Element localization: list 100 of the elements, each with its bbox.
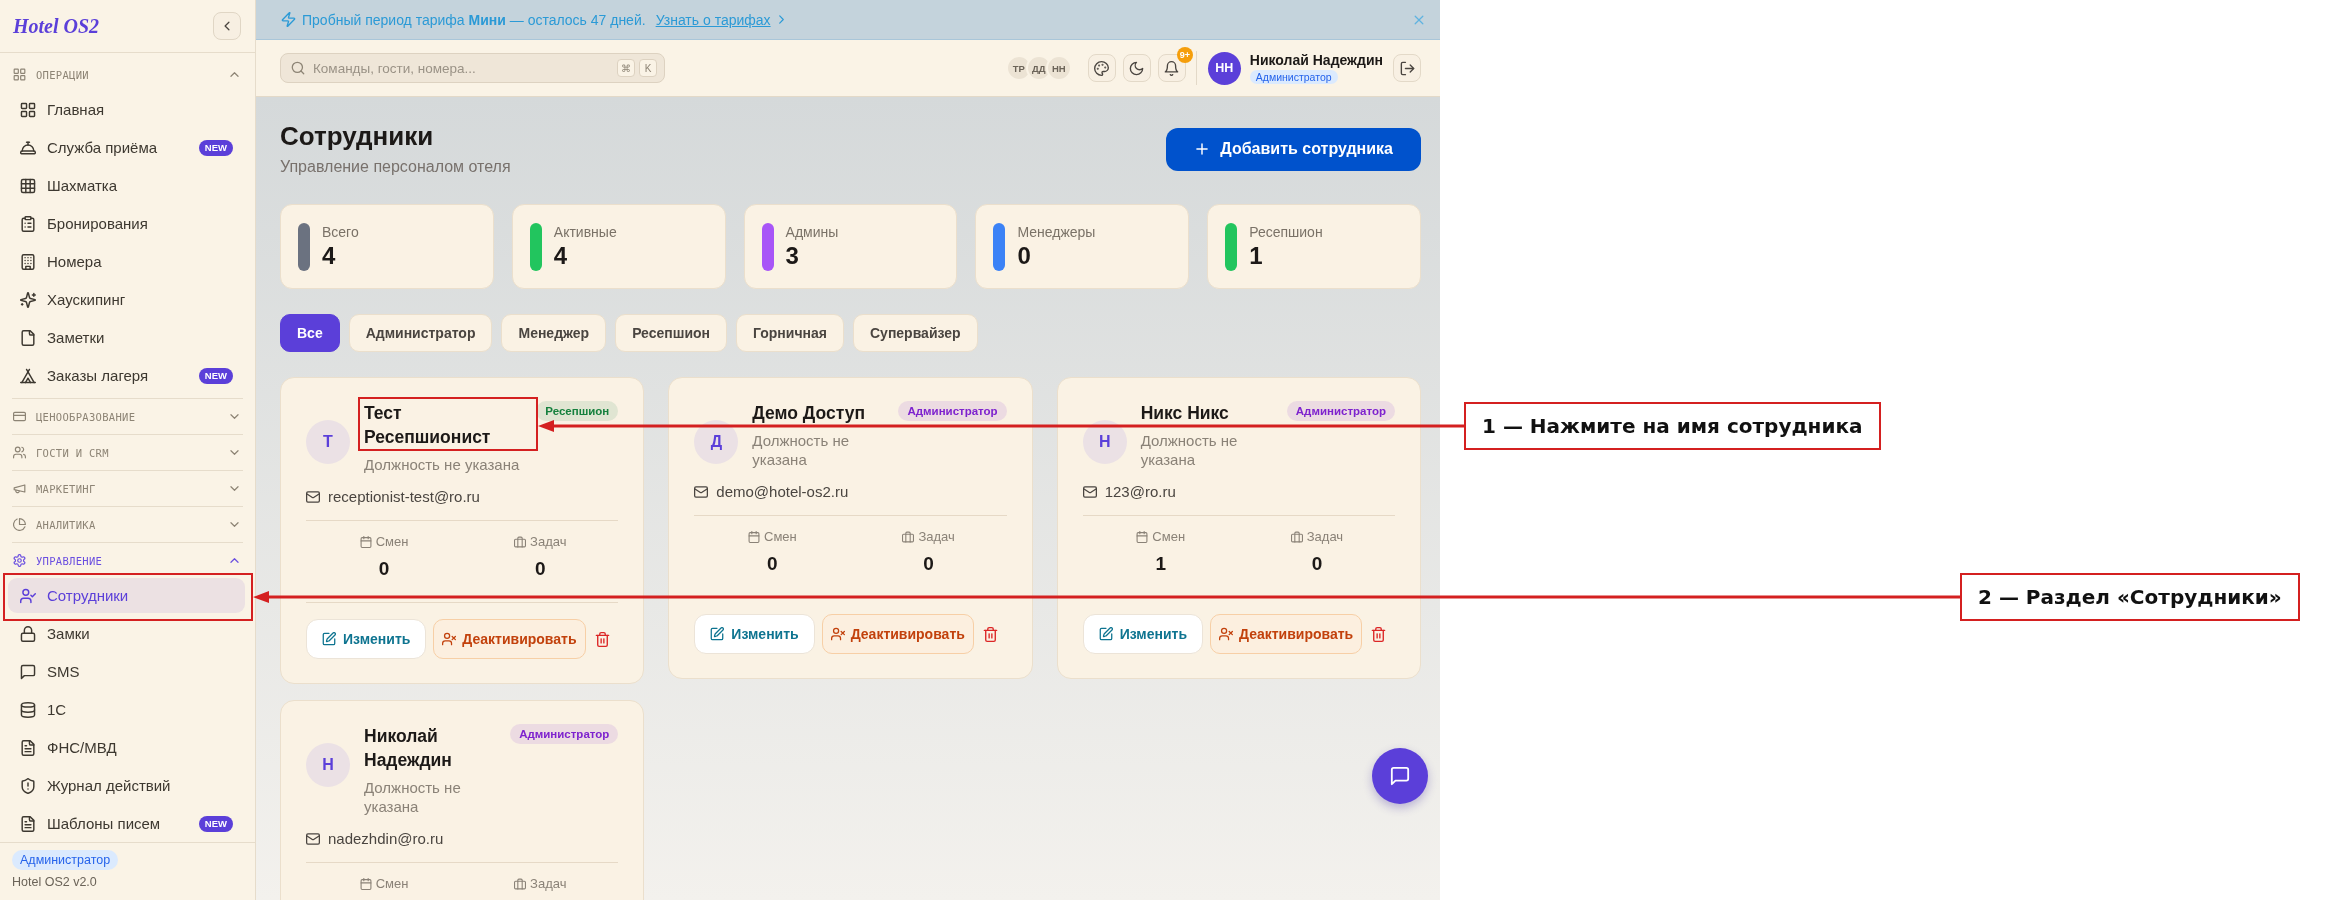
moon-button[interactable] [1122,54,1151,82]
deactivate-button[interactable]: Деактивировать [821,614,974,654]
stat-label: Админы [785,222,839,241]
calendar-icon [748,531,761,543]
employee-position: Должность не указана [364,455,520,474]
lock-icon [20,625,36,642]
stat-label: Менеджеры [1017,222,1096,241]
stat-label: Задач [1306,529,1344,545]
user-remove-icon [442,632,457,646]
stat-value: 0 [378,557,390,581]
document-icon [20,815,36,832]
plus-icon [1194,141,1211,157]
nav-item[interactable]: Заметки [8,320,245,355]
section-toggle[interactable]: УПРАВЛЕНИЕ [12,543,243,578]
filter-tab[interactable]: Все [280,314,340,352]
deactivate-button[interactable]: Деактивировать [433,619,586,659]
stat-label: Активные [553,222,617,241]
section-toggle[interactable]: ГОСТИ И CRM [12,435,243,470]
mail-icon [1082,485,1097,499]
employee-email: receptionist-test@ro.ru [328,487,480,507]
online-user-avatar[interactable]: НН [1045,55,1072,81]
employee-position: Должность не указана [1140,431,1239,469]
calendar-icon [359,878,372,890]
grid-icon [20,101,36,118]
trash-icon [1371,626,1387,642]
stat-label: Задач [918,529,955,545]
credit-card-icon [13,410,26,423]
nav-item[interactable]: Шаблоны писем NEW [8,806,245,841]
app-version: Hotel OS2 v2.0 [12,875,98,889]
user-name: Николай Надеждин [1249,52,1383,68]
nav-item[interactable]: Шахматка [8,168,245,203]
nav-item[interactable]: Хаускипинг [8,282,245,317]
role-badge: Администратор [1286,401,1395,421]
page-title: Сотрудники [280,120,435,152]
edit-button[interactable]: Изменить [306,619,427,659]
grid-icon [13,68,26,81]
users-icon [13,446,26,459]
logout-icon [1399,60,1415,76]
stat-value: 0 [767,552,778,576]
nav-item[interactable]: ФНС/МВД [8,730,245,765]
employee-position: Должность не указана [752,431,851,469]
file-icon [20,329,36,346]
app-logo: Hotel OS2 [13,14,100,38]
shortcut-key: K [639,59,657,77]
add-employee-button[interactable]: Добавить сотрудника [1166,127,1421,171]
nav-item[interactable]: Бронирования [8,206,245,241]
role-badge: Администратор [1249,70,1338,84]
clipboard-icon [20,215,36,232]
nav-item[interactable]: Сотрудники [8,578,245,613]
nav-item[interactable]: SMS [8,654,245,689]
megaphone-icon [13,482,26,495]
employee-email: nadezhdin@ro.ru [328,829,444,849]
edit-button[interactable]: Изменить [694,614,815,654]
employee-email: demo@hotel-os2.ru [716,482,849,502]
employee-avatar: Н [306,743,350,787]
employee-position: Должность не указана [364,778,462,816]
page-subtitle: Управление персоналом отеля [280,157,511,177]
filter-tab[interactable]: Ресепшион [615,314,728,352]
tent-icon [20,367,36,384]
sparkles-icon [20,291,36,308]
nav-item[interactable]: 1С [8,692,245,727]
nav-item[interactable]: Заказы лагеря NEW [8,358,245,393]
stat-value: 3 [785,240,800,271]
nav-item[interactable]: Журнал действий [8,768,245,803]
employee-avatar: Н [1082,420,1127,464]
edit-button[interactable]: Изменить [1082,614,1203,654]
filter-tab[interactable]: Менеджер [501,314,607,352]
briefcase-icon [514,878,527,890]
employee-name[interactable]: Никс Никс [1140,401,1229,425]
user-remove-icon [1219,627,1233,641]
employee-name[interactable]: Тест Ресепшионист [364,401,527,449]
employee-avatar: Т [306,420,350,464]
bell-icon [1164,60,1180,76]
trash-icon [594,631,610,647]
nav-item[interactable]: Главная [8,92,245,127]
stat-value: 4 [322,240,337,271]
employee-name[interactable]: Демо Доступ [752,401,865,425]
mail-icon [306,832,320,846]
filter-tab[interactable]: Администратор [348,314,493,352]
nav-item[interactable]: Замки [8,616,245,651]
callout-label: 1 — Нажмите на имя сотрудника [1464,402,1881,450]
new-badge: NEW [198,815,233,832]
user-avatar[interactable]: НН [1207,51,1241,85]
shortcut-key: ⌘ [617,59,635,77]
filter-tab[interactable]: Супервайзер [853,314,978,352]
building-icon [20,253,36,270]
lightning-icon [281,12,296,27]
palette-button[interactable] [1087,54,1116,82]
service-bell-icon [20,139,36,156]
deactivate-button[interactable]: Деактивировать [1210,614,1363,654]
stat-label: Ресепшион [1249,222,1323,241]
stat-value: 0 [1311,552,1323,576]
edit-icon [1098,627,1113,641]
employee-name[interactable]: Николай Надеждин [364,724,501,772]
palette-icon [1094,60,1110,76]
nav-item[interactable]: Служба приёма NEW [8,130,245,165]
pie-chart-icon [13,518,26,531]
filter-tab[interactable]: Горничная [736,314,844,352]
logout-button[interactable] [1393,54,1421,82]
nav-item[interactable]: Номера [8,244,245,279]
